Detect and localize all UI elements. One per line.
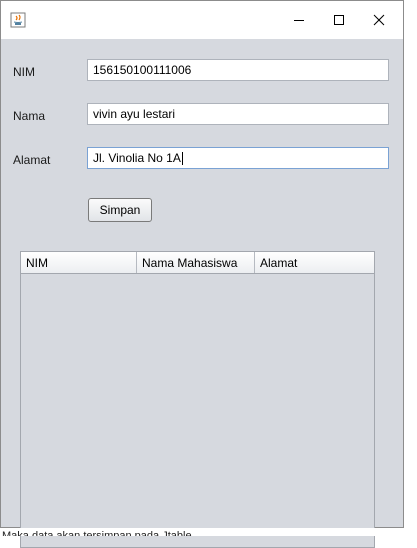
column-header-nim[interactable]: NIM xyxy=(21,252,137,273)
nama-label: Nama xyxy=(13,109,46,123)
maximize-button[interactable] xyxy=(319,1,359,39)
nim-value: 156150100111006 xyxy=(93,63,192,77)
nim-label: NIM xyxy=(13,65,35,79)
nim-field[interactable]: 156150100111006 xyxy=(87,59,389,81)
table-header: NIM Nama Mahasiswa Alamat xyxy=(21,252,374,274)
text-caret xyxy=(181,151,183,165)
java-app-icon xyxy=(10,12,26,28)
mahasiswa-table[interactable]: NIM Nama Mahasiswa Alamat xyxy=(20,251,375,548)
maximize-icon xyxy=(334,15,344,25)
nama-field[interactable]: vivin ayu lestari xyxy=(87,103,389,125)
title-bar[interactable] xyxy=(1,1,403,39)
simpan-button-label: Simpan xyxy=(99,203,141,217)
minimize-button[interactable] xyxy=(279,1,319,39)
simpan-button[interactable]: Simpan xyxy=(88,198,152,222)
alamat-label: Alamat xyxy=(13,153,51,167)
app-window: NIM 156150100111006 Nama vivin ayu lesta… xyxy=(0,0,404,548)
alamat-value: Jl. Vinolia No 1A xyxy=(93,151,181,165)
close-button[interactable] xyxy=(359,1,399,39)
caption-text: Maka data akan tersimpan pada Jtable xyxy=(0,528,417,536)
column-header-alamat[interactable]: Alamat xyxy=(255,252,374,273)
close-icon xyxy=(373,14,385,26)
alamat-field[interactable]: Jl. Vinolia No 1A xyxy=(87,147,389,169)
nama-value: vivin ayu lestari xyxy=(93,107,176,121)
column-header-nama-mahasiswa[interactable]: Nama Mahasiswa xyxy=(137,252,255,273)
form-panel: NIM 156150100111006 Nama vivin ayu lesta… xyxy=(1,39,403,548)
minimize-icon xyxy=(294,20,304,21)
